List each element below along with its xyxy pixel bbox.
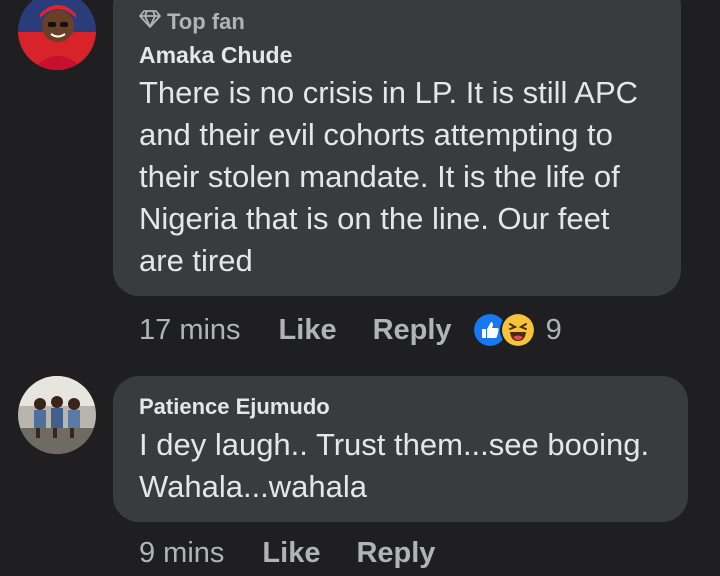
avatar-amaka-chude[interactable]: [18, 0, 96, 70]
reply-button[interactable]: Reply: [373, 314, 452, 347]
like-button[interactable]: Like: [262, 537, 320, 570]
comment-actions: 9 mins Like Reply: [139, 537, 471, 570]
comment-timestamp[interactable]: 17 mins: [139, 314, 241, 347]
comment-author[interactable]: Patience Ejumudo: [139, 394, 330, 420]
reaction-summary[interactable]: 9: [471, 312, 562, 348]
comment-text: I dey laugh.. Trust them...see booing. W…: [139, 427, 650, 504]
comment-actions: 17 mins Like Reply 9: [139, 312, 562, 348]
reply-button[interactable]: Reply: [356, 537, 435, 570]
like-button[interactable]: Like: [279, 314, 337, 347]
comment-author[interactable]: Amaka Chude: [139, 42, 292, 69]
haha-icon: [499, 312, 536, 348]
badge-label: Top fan: [167, 9, 245, 34]
reaction-count: 9: [545, 313, 562, 346]
top-fan-badge: Top fan: [139, 9, 245, 35]
comment-text: There is no crisis in LP. It is still AP…: [139, 75, 639, 278]
comment-timestamp[interactable]: 9 mins: [139, 537, 224, 570]
diamond-icon: [139, 9, 161, 35]
avatar-patience-ejumudo[interactable]: [18, 376, 96, 454]
